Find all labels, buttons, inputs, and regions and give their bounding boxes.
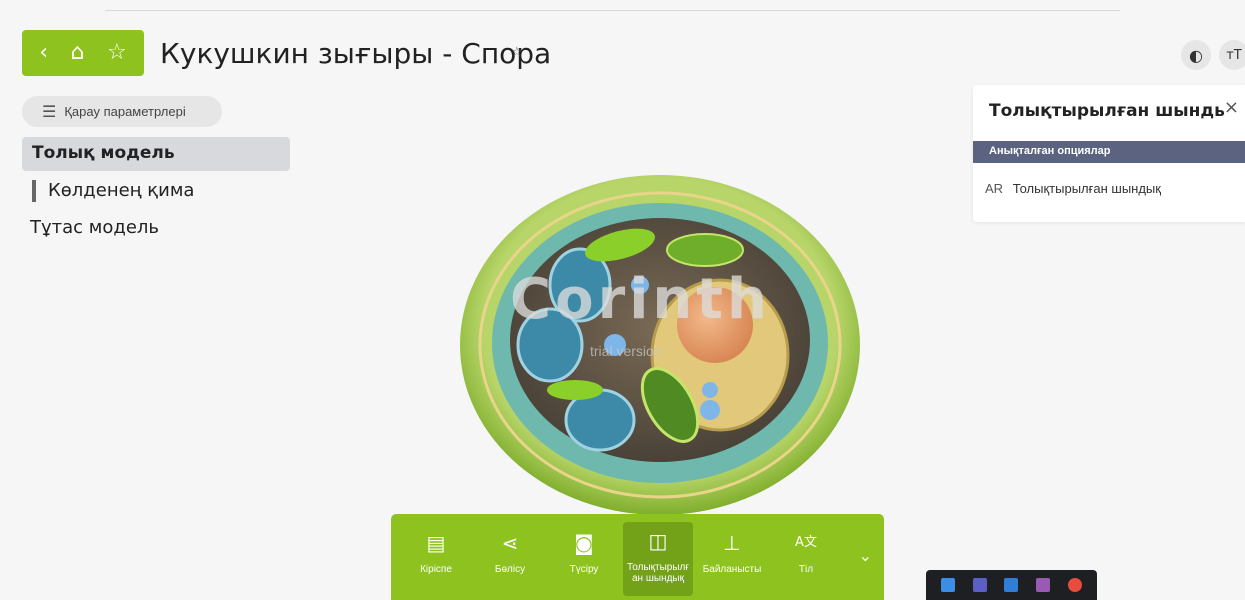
toolbar-label: Толықтырылған шындық xyxy=(626,562,690,584)
pen-icon[interactable] xyxy=(1036,578,1051,592)
title-star-icon[interactable]: ☆ xyxy=(511,45,523,60)
teams-icon[interactable] xyxy=(972,578,987,592)
language-icon: A文 xyxy=(795,535,817,550)
hierarchy-icon: ⊥ xyxy=(723,531,741,555)
bottom-toolbar: ▤ Кіріспе ⋖ Бөлісу ◙ Түсіру ◫ Толықтырыл… xyxy=(391,514,884,600)
toolbar-label: Түсіру xyxy=(569,564,599,575)
share-icon: ⋖ xyxy=(501,531,519,555)
toolbar-label: Бөлісу xyxy=(494,564,526,575)
toolbar-item-related[interactable]: ⊥ Байланысты xyxy=(697,524,767,596)
toolbar-label: Тіл xyxy=(798,564,814,575)
camera-icon: ◙ xyxy=(574,531,594,555)
yandex-icon[interactable] xyxy=(1068,578,1083,592)
toolbar-item-share[interactable]: ⋖ Бөлісу xyxy=(475,524,545,596)
watermark-text: Corinth xyxy=(510,267,771,332)
os-taskbar xyxy=(926,570,1097,600)
close-icon[interactable]: × xyxy=(1224,97,1239,118)
nav-button-group: ‹ ⌂ ☆ xyxy=(22,30,144,76)
toolbar-item-intro[interactable]: ▤ Кіріспе xyxy=(401,524,471,596)
home-icon[interactable]: ⌂ xyxy=(71,42,85,64)
ar-panel-title: Толықтырылған шындық xyxy=(989,101,1225,121)
chevron-down-icon[interactable]: ⌄ xyxy=(859,546,872,565)
app-icon[interactable] xyxy=(1004,578,1019,592)
sidebar-item-full-model[interactable]: Толық модель xyxy=(22,137,290,171)
watermark-subtext: trial version xyxy=(590,343,662,359)
ar-option[interactable]: AR Толықтырылған шындық xyxy=(985,181,1161,196)
ar-option-tag: AR xyxy=(985,181,1004,196)
toolbar-label: Кіріспе xyxy=(420,564,452,575)
contrast-icon[interactable]: ◐ xyxy=(1181,40,1211,70)
snip-icon[interactable] xyxy=(940,578,955,592)
top-divider xyxy=(105,10,1120,11)
toolbar-item-capture[interactable]: ◙ Түсіру xyxy=(549,524,619,596)
ar-option-label: Толықтырылған шындық xyxy=(1012,181,1161,196)
ar-panel: Толықтырылған шындық × Анықталған опциял… xyxy=(973,85,1245,222)
3d-cell-model[interactable]: Corinth trial version xyxy=(460,175,860,515)
ar-section-header: Анықталған опциялар xyxy=(973,141,1245,163)
back-icon[interactable]: ‹ xyxy=(39,42,48,64)
view-parameters-button[interactable]: ☰ Қарау параметрлері xyxy=(22,96,222,127)
book-icon: ▤ xyxy=(426,531,446,555)
text-size-icon[interactable]: ᴛT xyxy=(1219,40,1245,70)
toolbar-item-language[interactable]: A文 Тіл xyxy=(771,524,841,596)
sidebar-item-whole-model[interactable]: Тұтас модель xyxy=(30,217,159,238)
list-icon: ☰ xyxy=(42,102,57,121)
ar-glasses-icon: ◫ xyxy=(648,529,668,553)
page-title: Кукушкин зығыры - Спора xyxy=(160,37,552,70)
favorite-icon[interactable]: ☆ xyxy=(107,42,127,64)
toolbar-item-ar[interactable]: ◫ Толықтырылған шындық xyxy=(623,522,693,596)
sidebar-item-cross-section[interactable]: Көлденең қима xyxy=(32,180,194,202)
toolbar-label: Байланысты xyxy=(702,564,762,575)
view-parameters-label: Қарау параметрлері xyxy=(64,104,186,119)
